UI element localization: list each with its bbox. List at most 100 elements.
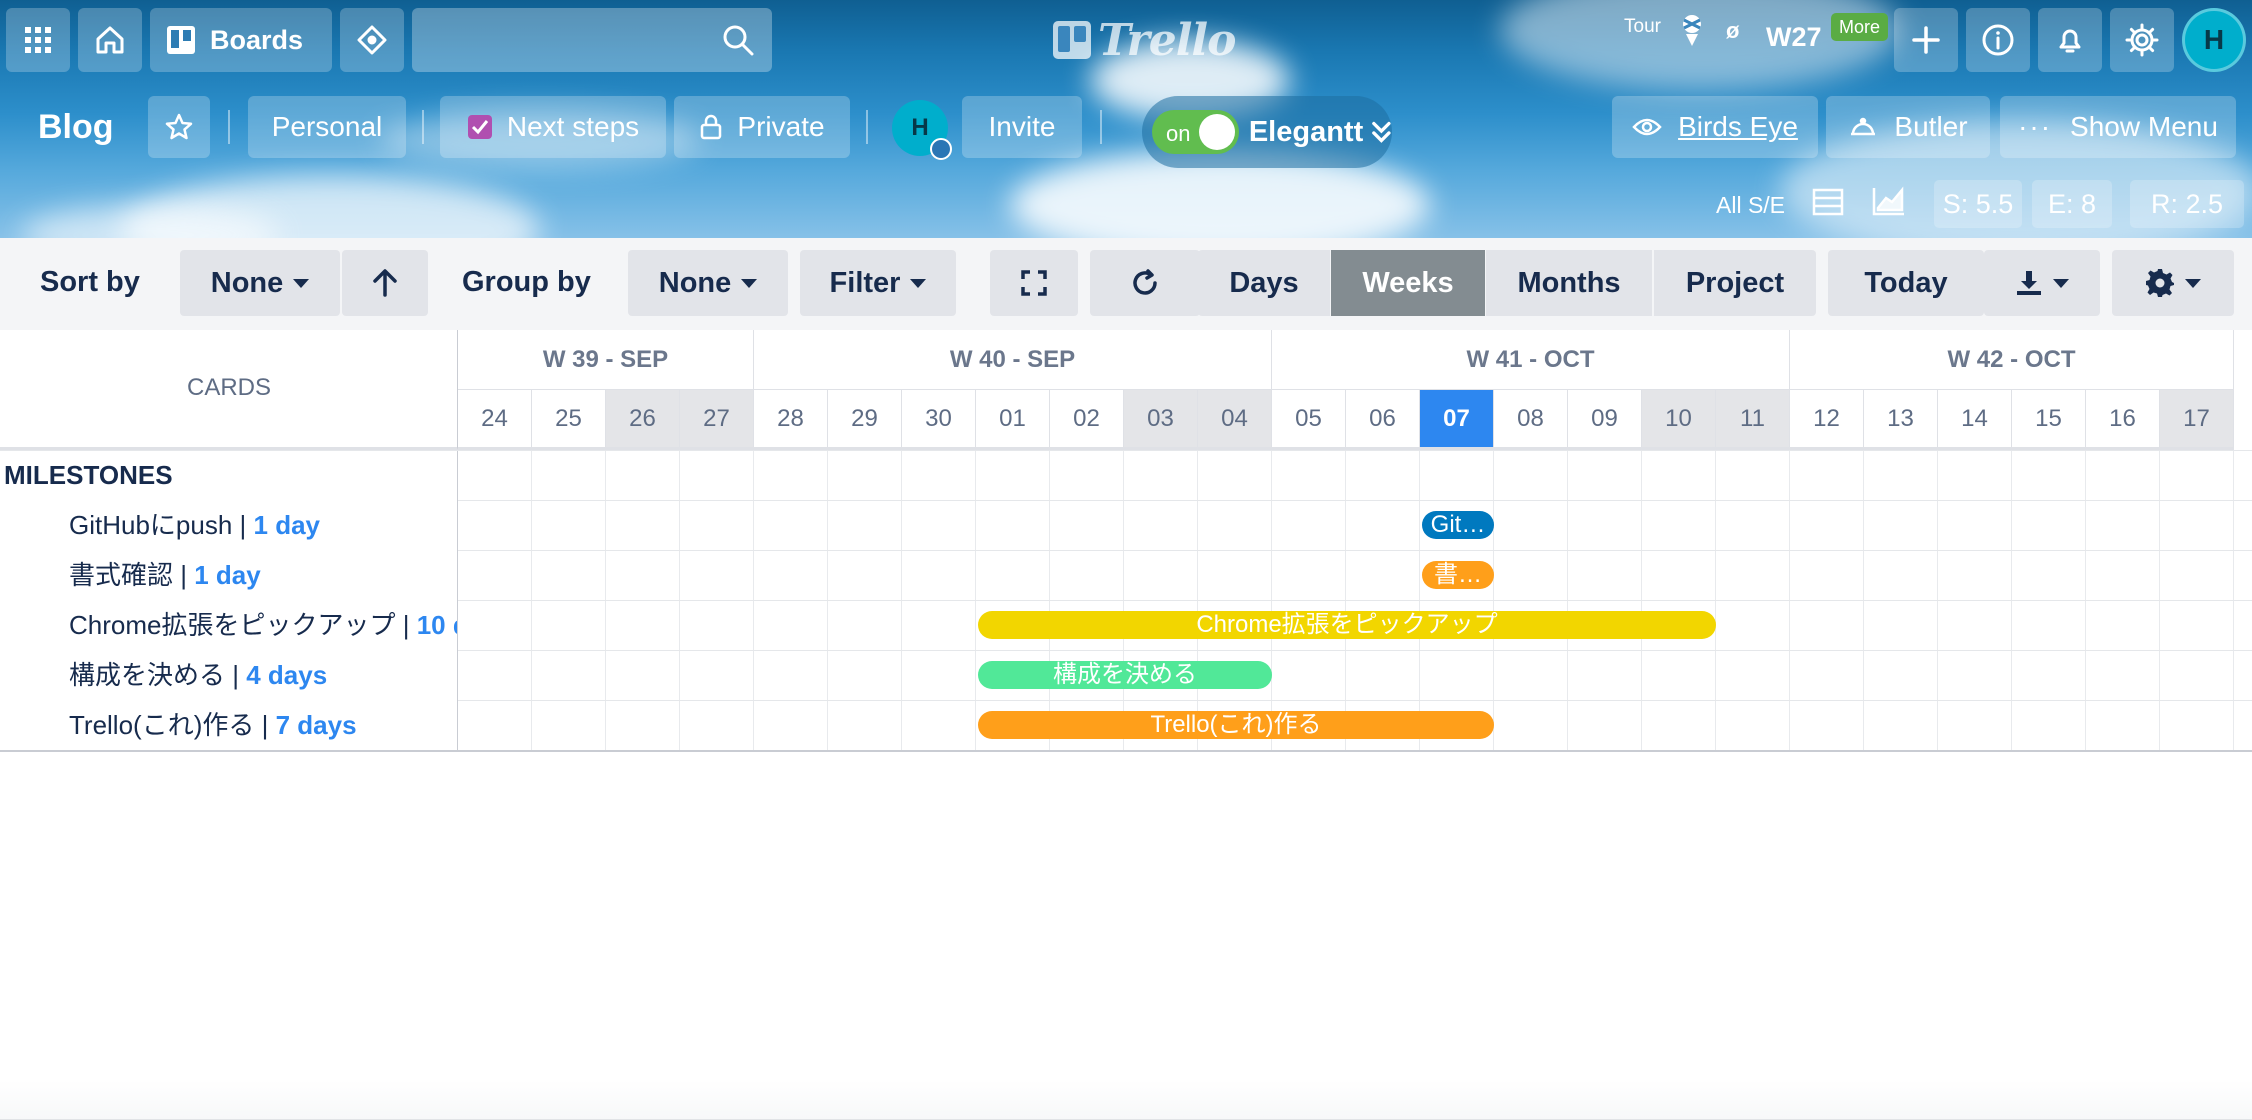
next-steps-button[interactable]: Next steps: [440, 96, 666, 158]
caret-down-icon: [910, 278, 927, 288]
view-project-tab[interactable]: Project: [1654, 250, 1816, 316]
gear-icon: [2146, 269, 2174, 297]
day-header: 11: [1716, 390, 1790, 450]
gantt-bar[interactable]: Git…: [1422, 511, 1494, 539]
card-separator: |: [173, 560, 195, 590]
card-row-label[interactable]: GitHubにpush | 1 day: [0, 500, 458, 550]
gantt-bar[interactable]: Trello(これ)作る: [978, 711, 1494, 739]
day-header: 17: [2160, 390, 2234, 450]
gantt-bar[interactable]: Chrome拡張をピックアップ: [978, 611, 1716, 639]
card-row-label[interactable]: Trello(これ)作る | 7 days: [0, 700, 458, 750]
info-button[interactable]: [1966, 8, 2030, 72]
table-view-icon[interactable]: [1812, 188, 1844, 221]
card-row-label[interactable]: 書式確認 | 1 day: [0, 550, 458, 600]
caret-down-icon: [741, 278, 758, 288]
all-se-label: All S/E: [1716, 192, 1786, 218]
group-dropdown[interactable]: None: [628, 250, 788, 316]
caret-down-icon: [293, 278, 310, 288]
trello-logo[interactable]: Trello: [1052, 14, 1236, 66]
row-divider: [0, 450, 2252, 451]
gantt-timeline[interactable]: W 39 - SEP W 40 - SEP W 41 - OCT W 42 - OCT…: [458, 330, 2252, 750]
card-separator: |: [225, 660, 247, 690]
elegantt-powerup[interactable]: on Elegantt: [1142, 96, 1392, 168]
week-header: W 39 - SEP: [458, 330, 754, 390]
show-menu-button[interactable]: ··· Show Menu: [2000, 96, 2236, 158]
card-name: Trello(これ)作る: [69, 710, 255, 740]
gear-icon: [2125, 23, 2159, 57]
toggle-knob: [1198, 114, 1235, 150]
home-button[interactable]: [78, 8, 142, 72]
day-header: 24: [458, 390, 532, 450]
top-navigation-bar: Boards Trello Tour ø W27 More H: [0, 0, 2252, 80]
day-header: 12: [1790, 390, 1864, 450]
member-avatar[interactable]: H: [892, 100, 952, 160]
star-button[interactable]: [148, 96, 210, 158]
powerup-button[interactable]: [340, 8, 404, 72]
card-name: GitHubにpush: [69, 510, 233, 540]
export-dropdown[interactable]: [1984, 250, 2100, 316]
arrow-up-icon: [373, 269, 397, 297]
tour-link[interactable]: Tour: [1624, 16, 1661, 38]
caret-down-icon: [2185, 278, 2201, 288]
settings-button[interactable]: [2110, 8, 2174, 72]
today-button[interactable]: Today: [1828, 250, 1984, 316]
privacy-label: Private: [737, 111, 825, 142]
fullscreen-button[interactable]: [990, 250, 1078, 316]
notifications-button[interactable]: [2038, 8, 2102, 72]
trello-logo-icon: [1053, 21, 1091, 59]
create-button[interactable]: [1894, 8, 1958, 72]
more-dots-icon: ···: [2018, 111, 2053, 142]
day-header: 02: [1050, 390, 1124, 450]
stat-r-button[interactable]: R: 2.5: [2130, 180, 2244, 228]
sort-by-label: Sort by: [40, 266, 140, 298]
week-header: W 40 - SEP: [754, 330, 1272, 390]
day-header: 28: [754, 390, 828, 450]
filter-dropdown[interactable]: Filter: [800, 250, 956, 316]
user-avatar[interactable]: H: [2182, 8, 2246, 72]
butler-button[interactable]: Butler: [1826, 96, 1990, 158]
invite-button[interactable]: Invite: [962, 96, 1082, 158]
board-title[interactable]: Blog: [38, 96, 114, 158]
privacy-button[interactable]: Private: [674, 96, 850, 158]
gantt-bar[interactable]: 構成を決める: [978, 661, 1272, 689]
refresh-icon: [1133, 269, 1157, 295]
card-duration: 7 days: [275, 710, 357, 740]
birds-eye-button[interactable]: Birds Eye: [1612, 96, 1818, 158]
view-months-tab[interactable]: Months: [1486, 250, 1652, 316]
card-duration: 1 day: [194, 560, 261, 590]
sort-dropdown[interactable]: None: [180, 250, 340, 316]
view-days-tab[interactable]: Days: [1198, 250, 1330, 316]
elegantt-toggle[interactable]: on: [1152, 110, 1239, 154]
double-chevron-down-icon: [1372, 121, 1391, 143]
day-header: 08: [1494, 390, 1568, 450]
view-weeks-tab[interactable]: Weeks: [1331, 250, 1485, 316]
group-by-label: Group by: [462, 266, 591, 298]
elegantt-name: Elegantt: [1248, 115, 1364, 148]
more-badge[interactable]: More: [1831, 13, 1889, 41]
boards-button[interactable]: Boards: [150, 8, 332, 72]
card-separator: |: [232, 510, 254, 540]
group-header-milestones[interactable]: MILESTONES: [0, 450, 458, 500]
card-row-label[interactable]: 構成を決める | 4 days: [0, 650, 458, 700]
birds-eye-label: Birds Eye: [1678, 111, 1798, 142]
card-separator: |: [395, 610, 417, 640]
eye-icon: [1632, 118, 1662, 136]
refresh-button[interactable]: [1090, 250, 1200, 316]
lock-icon: [701, 114, 722, 140]
divider: [1100, 110, 1102, 144]
apps-button[interactable]: [6, 8, 70, 72]
search-box[interactable]: [412, 8, 772, 72]
info-icon: [1982, 24, 2014, 56]
sort-direction-button[interactable]: [342, 250, 428, 316]
stat-e-button[interactable]: E: 8: [2032, 180, 2112, 228]
row-divider: [0, 750, 2252, 752]
tour-icon[interactable]: [1672, 10, 1712, 50]
search-input[interactable]: [412, 8, 712, 72]
stat-s-button[interactable]: S: 5.5: [1934, 180, 2022, 228]
gantt-settings-dropdown[interactable]: [2112, 250, 2234, 316]
home-icon: [96, 26, 124, 54]
gantt-bar[interactable]: 書…: [1422, 561, 1494, 589]
team-visibility-button[interactable]: Personal: [248, 96, 406, 158]
chart-view-icon[interactable]: [1872, 186, 1906, 221]
card-row-label[interactable]: Chrome拡張をピックアップ | 10 days: [0, 600, 458, 650]
